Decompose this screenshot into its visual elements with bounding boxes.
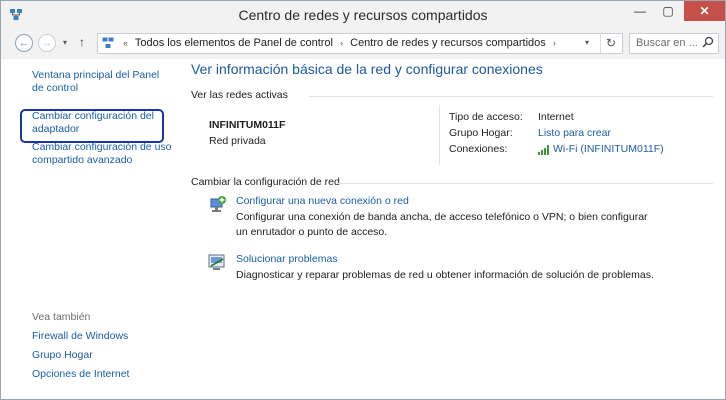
window: Centro de redes y recursos compartidos —… (0, 0, 726, 400)
active-networks-label: Ver las redes activas (191, 89, 288, 101)
close-button[interactable]: ✕ (684, 1, 725, 21)
access-type-label: Tipo de acceso: (449, 111, 523, 123)
main-content: Ver información básica de la red y confi… (191, 59, 721, 399)
breadcrumb-separator[interactable]: › (340, 38, 343, 48)
sidebar-link-control-panel-home[interactable]: Ventana principal del Panel de control (32, 69, 172, 95)
wifi-signal-icon (538, 145, 549, 155)
address-bar[interactable]: « Todos los elementos de Panel de contro… (97, 33, 623, 54)
up-button[interactable]: ↑ (79, 35, 85, 49)
sidebar: Ventana principal del Panel de control C… (1, 59, 177, 399)
network-type: Red privada (209, 135, 266, 147)
back-button[interactable]: ← (15, 34, 33, 52)
troubleshoot-icon (208, 254, 225, 270)
connection-link[interactable]: Wi-Fi (INFINITUM011F) (538, 143, 664, 155)
forward-button[interactable]: → (38, 34, 56, 52)
divider (309, 96, 713, 97)
see-also-label: Vea también (32, 311, 91, 323)
divider (439, 105, 440, 165)
homegroup-label: Grupo Hogar: (449, 127, 513, 139)
see-also-internet-options[interactable]: Opciones de Internet (32, 368, 129, 381)
new-connection-link[interactable]: Configurar una nueva conexión o red (236, 195, 409, 207)
refresh-button[interactable]: ↻ (600, 34, 621, 53)
window-title: Centro de redes y recursos compartidos (238, 7, 488, 23)
new-connection-description: Configurar una conexión de banda ancha, … (236, 211, 648, 238)
new-connection-icon (210, 196, 226, 212)
search-input[interactable]: Buscar en ... (629, 33, 719, 54)
network-name: INFINITUM011F (209, 119, 286, 131)
breadcrumb-separator[interactable]: › (553, 38, 556, 48)
maximize-button[interactable]: ▢ (655, 1, 681, 21)
access-type-value: Internet (538, 111, 574, 123)
search-placeholder: Buscar en ... (636, 37, 698, 49)
connections-label: Conexiones: (449, 143, 508, 155)
navigation-bar: ← → ▾ ↑ « Todos los elementos de Panel d… (1, 29, 725, 59)
homegroup-link[interactable]: Listo para crear (538, 127, 611, 139)
see-also-firewall[interactable]: Firewall de Windows (32, 330, 128, 343)
page-title: Ver información básica de la red y confi… (191, 61, 543, 77)
search-icon[interactable] (702, 36, 714, 48)
change-settings-label: Cambiar la configuración de red (191, 176, 340, 188)
sidebar-link-adapter-settings[interactable]: Cambiar configuración del adaptador (32, 110, 158, 136)
breadcrumb-item[interactable]: Centro de redes y recursos compartidos (350, 37, 546, 49)
sidebar-link-advanced-sharing[interactable]: Cambiar configuración de uso compartido … (32, 141, 172, 167)
breadcrumb-overflow[interactable]: « (123, 38, 128, 48)
minimize-button[interactable]: — (627, 1, 653, 21)
breadcrumb-item[interactable]: Todos los elementos de Panel de control (135, 37, 333, 49)
control-panel-icon (102, 37, 114, 48)
troubleshoot-description: Diagnosticar y reparar problemas de red … (236, 269, 654, 281)
breadcrumb: « Todos los elementos de Panel de contro… (119, 37, 560, 49)
connection-name: Wi-Fi (INFINITUM011F) (553, 143, 664, 155)
title-bar: Centro de redes y recursos compartidos —… (1, 1, 725, 29)
see-also-homegroup[interactable]: Grupo Hogar (32, 349, 93, 362)
divider (337, 183, 713, 184)
address-dropdown-button[interactable]: ▾ (585, 38, 589, 47)
troubleshoot-link[interactable]: Solucionar problemas (236, 253, 338, 265)
recent-locations-button[interactable]: ▾ (63, 38, 67, 47)
